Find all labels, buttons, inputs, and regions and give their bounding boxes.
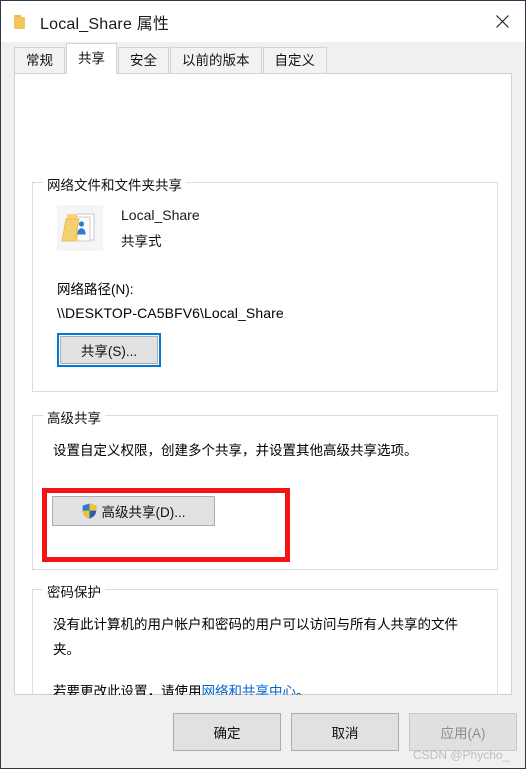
folder-icon — [14, 14, 30, 29]
close-icon[interactable] — [479, 1, 525, 42]
password-protection-group-title: 密码保护 — [43, 581, 105, 601]
tab-sharing[interactable]: 共享 — [66, 43, 117, 74]
share-button[interactable]: 共享(S)... — [57, 333, 161, 367]
advanced-share-group: 高级共享 设置自定义权限，创建多个共享，并设置其他高级共享选项。 高级共享(D)… — [32, 407, 498, 570]
properties-dialog: Local_Share 属性 常规 共享 安全 以前的版本 自定义 网络文件和文… — [0, 0, 526, 769]
uac-shield-icon — [82, 503, 96, 519]
advanced-share-button[interactable]: 高级共享(D)... — [52, 496, 215, 526]
window-title: Local_Share 属性 — [40, 15, 170, 33]
ok-button[interactable]: 确定 — [173, 713, 281, 751]
apply-button: 应用(A) — [409, 713, 517, 751]
dialog-footer: 确定 取消 应用(A) — [1, 695, 525, 768]
network-share-group: 网络文件和文件夹共享 Local_Share 共享式 网络路径(N): \\DE… — [32, 174, 498, 392]
shared-folder-labels: Local_Share 共享式 — [121, 205, 200, 250]
tab-general[interactable]: 常规 — [14, 47, 65, 73]
share-state: 共享式 — [121, 234, 162, 249]
advanced-share-description: 设置自定义权限，创建多个共享，并设置其他高级共享选项。 — [53, 443, 418, 458]
tab-customize[interactable]: 自定义 — [262, 47, 327, 73]
tab-previous-versions[interactable]: 以前的版本 — [170, 47, 262, 73]
network-path-label: 网络路径(N): — [57, 282, 134, 297]
network-path-value: \\DESKTOP-CA5BFV6\Local_Share — [57, 305, 284, 321]
share-name: Local_Share — [121, 207, 200, 223]
advanced-share-button-label: 高级共享(D)... — [101, 505, 186, 520]
tab-security[interactable]: 安全 — [118, 47, 169, 73]
advanced-share-group-title: 高级共享 — [43, 407, 105, 427]
network-share-group-title: 网络文件和文件夹共享 — [43, 174, 186, 194]
title-bar: Local_Share 属性 — [1, 1, 525, 42]
password-protection-description: 没有此计算机的用户帐户和密码的用户可以访问与所有人共享的文件夹。 — [53, 617, 458, 657]
shared-folder-icon — [57, 205, 103, 251]
cancel-button[interactable]: 取消 — [291, 713, 399, 751]
tab-strip: 常规 共享 安全 以前的版本 自定义 — [1, 42, 525, 74]
sharing-tab-panel: 网络文件和文件夹共享 Local_Share 共享式 网络路径(N): \\DE… — [14, 73, 512, 741]
shared-folder-entry: Local_Share 共享式 — [57, 205, 200, 251]
